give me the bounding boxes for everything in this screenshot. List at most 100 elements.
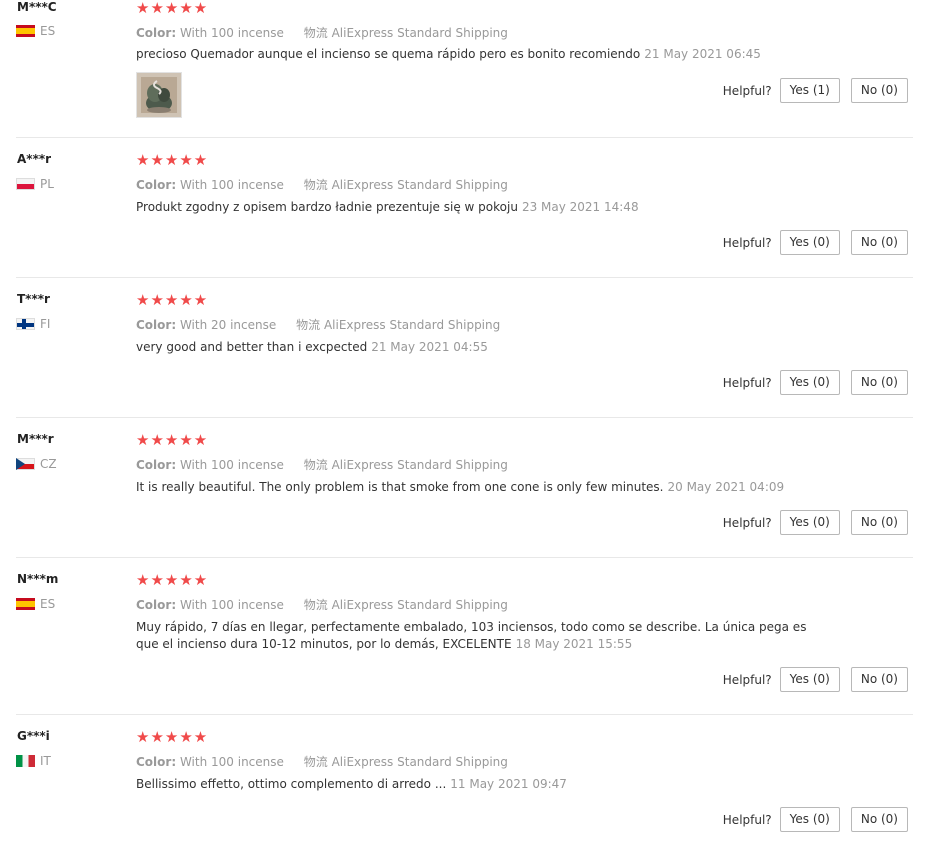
review-item: M***r CZ ★★★★★ Color: With 100 incense 物… — [16, 418, 913, 558]
helpful-label: Helpful? — [722, 83, 772, 98]
review-text: precioso Quemador aunque el incienso se … — [136, 46, 816, 63]
helpful-vote: Helpful? Yes (1) No (0) — [723, 78, 908, 103]
review-list: M***C ES ★★★★★ Color: With 100 incense 物… — [0, 0, 930, 843]
helpful-yes-button[interactable]: Yes (0) — [779, 667, 840, 692]
sku-info: Color: With 100 incense 物流 AliExpress St… — [136, 24, 508, 41]
color-label: Color: — [136, 458, 177, 472]
country-code: IT — [40, 754, 51, 768]
reviewer-country: PL — [16, 177, 54, 191]
review-text: very good and better than i excpected 21 … — [136, 339, 816, 356]
color-value: With 100 incense — [179, 755, 284, 769]
incense-burner-photo — [137, 73, 181, 117]
italy-flag-icon — [16, 755, 35, 767]
shipping-prefix: 物流 — [303, 178, 328, 192]
star-rating: ★★★★★ — [136, 571, 209, 589]
reviewer-name: M***r — [17, 432, 54, 446]
poland-flag-icon — [16, 178, 35, 190]
helpful-yes-button[interactable]: Yes (0) — [779, 807, 840, 832]
star-rating: ★★★★★ — [136, 291, 209, 309]
color-value: With 100 incense — [179, 458, 284, 472]
helpful-vote: Helpful? Yes (0) No (0) — [723, 510, 908, 535]
helpful-label: Helpful? — [722, 515, 772, 530]
reviewer-country: IT — [16, 754, 51, 768]
review-date: 21 May 2021 06:45 — [644, 47, 761, 61]
review-body: precioso Quemador aunque el incienso se … — [136, 47, 641, 61]
reviewer-name: A***r — [17, 152, 52, 166]
reviewer-country: FI — [16, 317, 50, 331]
helpful-vote: Helpful? Yes (0) No (0) — [723, 807, 908, 832]
helpful-no-button[interactable]: No (0) — [850, 807, 908, 832]
star-rating: ★★★★★ — [136, 0, 209, 17]
star-rating: ★★★★★ — [136, 151, 209, 169]
color-value: With 100 incense — [179, 598, 284, 612]
star-rating: ★★★★★ — [136, 431, 209, 449]
sku-info: Color: With 100 incense 物流 AliExpress St… — [136, 596, 508, 613]
country-code: ES — [40, 597, 56, 611]
czech-flag-icon — [16, 458, 35, 470]
reviewer-country: ES — [16, 24, 55, 38]
reviewer-name: G***i — [17, 729, 50, 743]
review-body: very good and better than i excpected — [136, 340, 368, 354]
shipping-prefix: 物流 — [303, 26, 328, 40]
shipping-prefix: 物流 — [303, 755, 328, 769]
review-item: T***r FI ★★★★★ Color: With 20 incense 物流… — [16, 278, 913, 418]
reviewer-name: M***C — [17, 0, 57, 14]
shipping-prefix: 物流 — [296, 318, 321, 332]
shipping-method: AliExpress Standard Shipping — [331, 598, 508, 612]
helpful-no-button[interactable]: No (0) — [850, 230, 908, 255]
review-body: It is really beautiful. The only problem… — [136, 480, 664, 494]
shipping-prefix: 物流 — [303, 598, 328, 612]
review-body: Muy rápido, 7 días en llegar, perfectame… — [136, 620, 807, 651]
spain-flag-icon — [16, 598, 35, 610]
helpful-vote: Helpful? Yes (0) No (0) — [723, 370, 908, 395]
country-code: CZ — [40, 457, 57, 471]
review-text: It is really beautiful. The only problem… — [136, 479, 816, 496]
country-code: PL — [40, 177, 54, 191]
review-item: A***r PL ★★★★★ Color: With 100 incense 物… — [16, 138, 913, 278]
color-label: Color: — [136, 178, 177, 192]
helpful-vote: Helpful? Yes (0) No (0) — [723, 230, 908, 255]
color-label: Color: — [136, 598, 177, 612]
color-label: Color: — [136, 26, 177, 40]
helpful-no-button[interactable]: No (0) — [850, 510, 908, 535]
review-photo-thumbnail[interactable] — [136, 72, 182, 118]
helpful-yes-button[interactable]: Yes (1) — [779, 78, 840, 103]
review-date: 21 May 2021 04:55 — [371, 340, 488, 354]
review-body: Produkt zgodny z opisem bardzo ładnie pr… — [136, 200, 518, 214]
reviewer-name: T***r — [17, 292, 50, 306]
helpful-label: Helpful? — [722, 672, 772, 687]
review-date: 20 May 2021 04:09 — [667, 480, 785, 494]
color-value: With 100 incense — [179, 178, 284, 192]
country-code: ES — [40, 24, 56, 38]
helpful-no-button[interactable]: No (0) — [850, 370, 908, 395]
star-rating: ★★★★★ — [136, 728, 209, 746]
color-value: With 100 incense — [179, 26, 284, 40]
helpful-no-button[interactable]: No (0) — [850, 667, 908, 692]
sku-info: Color: With 100 incense 物流 AliExpress St… — [136, 456, 508, 473]
reviewer-name: N***m — [17, 572, 59, 586]
shipping-method: AliExpress Standard Shipping — [331, 458, 508, 472]
sku-info: Color: With 20 incense 物流 AliExpress Sta… — [136, 316, 500, 333]
review-date: 18 May 2021 15:55 — [515, 637, 633, 651]
helpful-no-button[interactable]: No (0) — [850, 78, 908, 103]
finland-flag-icon — [16, 318, 35, 330]
review-text: Produkt zgodny z opisem bardzo ładnie pr… — [136, 199, 816, 216]
sku-info: Color: With 100 incense 物流 AliExpress St… — [136, 753, 508, 770]
helpful-yes-button[interactable]: Yes (0) — [779, 230, 840, 255]
reviewer-country: CZ — [16, 457, 57, 471]
helpful-yes-button[interactable]: Yes (0) — [779, 510, 840, 535]
review-item: G***i IT ★★★★★ Color: With 100 incense 物… — [16, 715, 913, 843]
helpful-yes-button[interactable]: Yes (0) — [779, 370, 840, 395]
reviewer-country: ES — [16, 597, 55, 611]
helpful-label: Helpful? — [722, 375, 772, 390]
helpful-vote: Helpful? Yes (0) No (0) — [723, 667, 908, 692]
shipping-prefix: 物流 — [303, 458, 328, 472]
review-body: Bellissimo effetto, ottimo complemento d… — [136, 777, 447, 791]
review-item: M***C ES ★★★★★ Color: With 100 incense 物… — [16, 0, 913, 138]
shipping-method: AliExpress Standard Shipping — [331, 755, 508, 769]
helpful-label: Helpful? — [722, 235, 772, 250]
country-code: FI — [40, 317, 51, 331]
spain-flag-icon — [16, 25, 35, 37]
sku-info: Color: With 100 incense 物流 AliExpress St… — [136, 176, 508, 193]
color-label: Color: — [136, 755, 177, 769]
